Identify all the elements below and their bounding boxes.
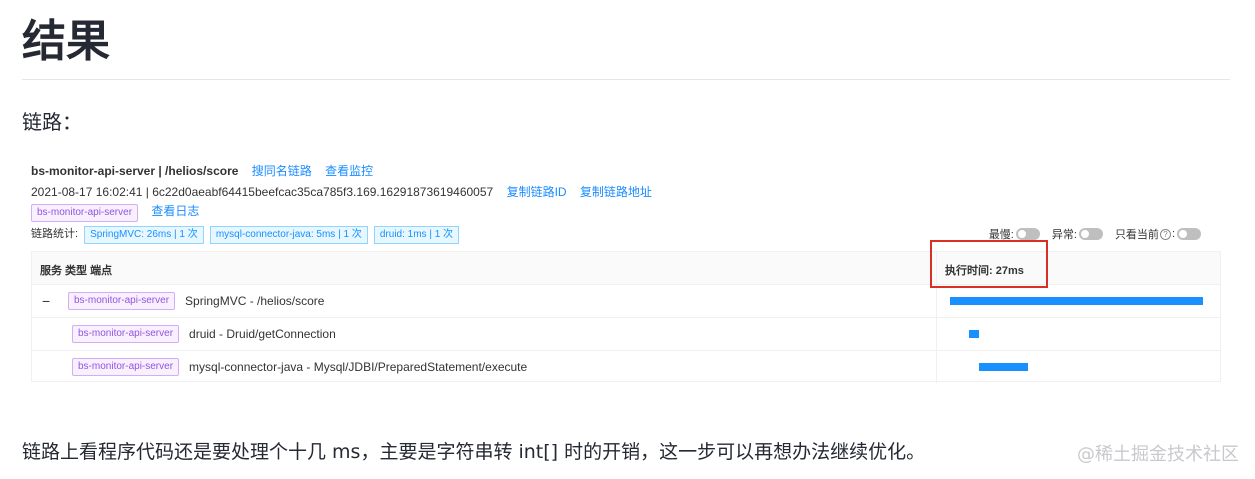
trace-title-row: bs-monitor-api-server | /helios/score 搜同…: [31, 162, 373, 179]
description-text: 链路上看程序代码还是要处理个十几 ms，主要是字符串转 int[] 时的开销，这…: [22, 441, 926, 463]
current-only-toggle[interactable]: [1177, 228, 1201, 240]
stats-label: 链路统计:: [31, 228, 79, 240]
stat-badge: SpringMVC: 26ms | 1 次: [84, 226, 204, 244]
search-same-trace-link[interactable]: 搜同名链路: [252, 164, 312, 178]
current-only-label: 只看当前: [1114, 229, 1159, 241]
trace-title: bs-monitor-api-server | /helios/score: [31, 164, 239, 178]
stat-badge: mysql-connector-java: 5ms | 1 次: [209, 226, 368, 244]
service-row: bs-monitor-api-server 查看日志: [31, 202, 199, 222]
watermark: @稀土掘金技术社区: [1077, 444, 1239, 465]
endpoint-label: mysql-connector-java - Mysql/JDBI/Prepar…: [189, 360, 528, 374]
slowest-toggle[interactable]: [1015, 228, 1040, 240]
error-toggle[interactable]: [1078, 228, 1103, 240]
service-tag: bs-monitor-api-server: [72, 358, 180, 376]
stat-badge: druid: 1ms | 1 次: [373, 226, 460, 244]
view-log-link[interactable]: 查看日志: [151, 204, 199, 218]
help-icon[interactable]: ?: [1159, 228, 1171, 240]
service-tag: bs-monitor-api-server: [31, 204, 139, 222]
header-endpoint: 服务 类型 端点: [40, 265, 113, 277]
page-heading: 结果: [22, 16, 110, 67]
duration-bar: [950, 297, 1203, 305]
trace-meta-row: 2021-08-17 16:02:41 | 6c22d0aeabf64415be…: [31, 183, 652, 200]
trace-stats-row: 链路统计: SpringMVC: 26ms | 1 次 mysql-connec…: [31, 225, 460, 244]
current-only-colon: :: [1171, 228, 1175, 240]
endpoint-label: SpringMVC - /helios/score: [185, 294, 325, 308]
row-cell: bs-monitor-api-server druid - Druid/getC…: [72, 325, 336, 343]
service-tag: bs-monitor-api-server: [72, 325, 180, 343]
table-row[interactable]: bs-monitor-api-server druid - Druid/getC…: [32, 318, 1220, 351]
copy-trace-url-link[interactable]: 复制链路地址: [580, 185, 652, 199]
duration-bar: [969, 330, 979, 338]
copy-trace-id-link[interactable]: 复制链路ID: [507, 185, 567, 199]
heading-divider: [22, 79, 1230, 80]
error-label: 异常:: [1051, 229, 1077, 241]
view-monitor-link[interactable]: 查看监控: [325, 164, 373, 178]
collapse-icon[interactable]: −: [42, 293, 56, 309]
row-cell: bs-monitor-api-server mysql-connector-ja…: [72, 358, 527, 376]
duration-bar: [979, 363, 1028, 371]
trace-label: 链路：: [22, 110, 82, 134]
highlight-box: [930, 240, 1048, 288]
trace-meta: 2021-08-17 16:02:41 | 6c22d0aeabf64415be…: [31, 185, 494, 199]
service-tag: bs-monitor-api-server: [68, 292, 176, 310]
row-cell: − bs-monitor-api-server SpringMVC - /hel…: [42, 292, 324, 310]
table-row[interactable]: bs-monitor-api-server mysql-connector-ja…: [32, 351, 1220, 384]
endpoint-label: druid - Druid/getConnection: [189, 327, 336, 341]
table-row[interactable]: − bs-monitor-api-server SpringMVC - /hel…: [32, 285, 1220, 318]
